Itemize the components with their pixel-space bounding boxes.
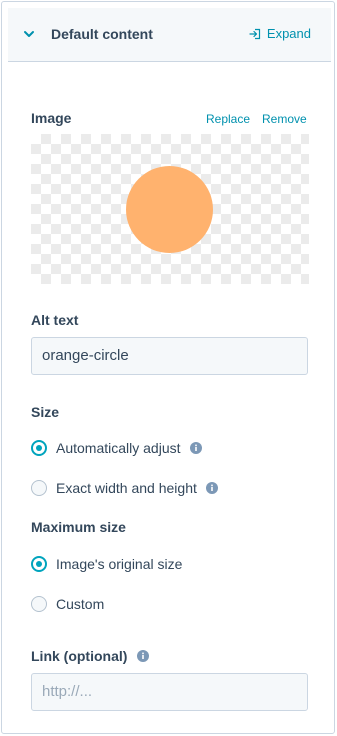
chevron-down-icon[interactable] (23, 29, 35, 39)
expand-label: Expand (266, 26, 311, 41)
radio-button[interactable] (31, 596, 47, 612)
size-option-auto-label: Automatically adjust (56, 440, 181, 456)
size-option-auto[interactable]: Automatically adjust (31, 438, 202, 458)
orange-circle-image (126, 166, 213, 253)
size-label: Size (31, 404, 60, 420)
max-size-option-original[interactable]: Image's original size (31, 554, 182, 574)
expand-button[interactable]: Expand (249, 25, 311, 43)
panel-title: Default content (51, 26, 153, 42)
info-icon[interactable] (205, 482, 218, 494)
alt-text-label: Alt text (31, 312, 79, 328)
link-label-row: Link (optional) (31, 647, 150, 665)
radio-button-checked[interactable] (31, 556, 47, 572)
info-icon[interactable] (137, 650, 150, 662)
link-label: Link (optional) (31, 648, 128, 664)
remove-link[interactable]: Remove (262, 111, 307, 127)
image-preview[interactable] (31, 134, 309, 284)
size-option-exact-label: Exact width and height (56, 480, 197, 496)
panel-header[interactable]: Default content Expand (8, 8, 331, 62)
info-icon[interactable] (189, 442, 202, 454)
alt-text-input[interactable]: orange-circle (31, 337, 308, 375)
expand-icon (249, 28, 261, 40)
max-size-label: Maximum size (31, 519, 126, 535)
max-size-option-custom-label: Custom (56, 596, 105, 612)
default-content-panel: Default content Expand Image Replace Rem… (1, 1, 335, 734)
radio-button[interactable] (31, 480, 47, 496)
size-option-exact[interactable]: Exact width and height (31, 478, 218, 498)
link-url-input[interactable]: http://... (31, 673, 308, 711)
image-label: Image (31, 110, 72, 126)
radio-button-checked[interactable] (31, 440, 47, 456)
replace-link[interactable]: Replace (206, 111, 250, 127)
max-size-option-original-label: Image's original size (56, 556, 183, 572)
max-size-option-custom[interactable]: Custom (31, 594, 104, 614)
